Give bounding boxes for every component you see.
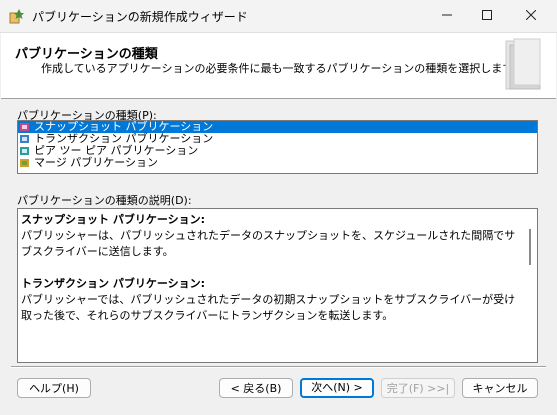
list-item-merge[interactable]: マージ パブリケーション <box>18 157 537 169</box>
page-description: 作成しているアプリケーションの必要条件に最も一致するパブリケーションの種類を選択… <box>41 62 524 75</box>
description-heading-transaction: トランザクション パブリケーション: <box>21 277 206 290</box>
scrollbar-thumb[interactable] <box>529 229 531 265</box>
description-textbox[interactable]: スナップショット パブリケーション: パブリッシャーは、パブリッシュされたデータ… <box>17 208 538 363</box>
separator <box>11 366 546 368</box>
next-button[interactable]: 次へ(N) > <box>300 378 374 398</box>
description-text-snapshot: パブリッシャーは、パブリッシュされたデータのスナップショットを、スケジュールされ… <box>21 229 516 258</box>
window-title: パブリケーションの新規作成ウィザード <box>32 10 248 24</box>
close-button[interactable] <box>509 0 553 32</box>
merge-icon <box>20 159 29 167</box>
wizard-app-icon <box>9 8 25 24</box>
description-text-transaction: パブリッシャーでは、パブリッシュされたデータの初期スナップショットをサブスクライ… <box>21 293 516 322</box>
peer-to-peer-icon <box>20 147 29 155</box>
description-label: パブリケーションの種類の説明(D): <box>17 194 192 207</box>
minimize-button[interactable] <box>425 0 469 32</box>
back-button[interactable]: < 戻る(B) <box>219 378 293 398</box>
title-bar[interactable]: パブリケーションの新規作成ウィザード <box>0 0 557 33</box>
transaction-icon <box>20 135 29 143</box>
book-graphic-icon <box>505 38 541 90</box>
description-heading-snapshot: スナップショット パブリケーション: <box>21 213 206 226</box>
list-item-label: マージ パブリケーション <box>34 156 159 169</box>
publication-type-list[interactable]: スナップショット パブリケーション トランザクション パブリケーション ピア ツ… <box>17 120 538 174</box>
snapshot-icon <box>20 123 29 131</box>
maximize-button[interactable] <box>465 0 509 32</box>
cancel-button[interactable]: キャンセル <box>462 378 538 398</box>
header-banner: パブリケーションの種類 作成しているアプリケーションの必要条件に最も一致するパブ… <box>1 33 556 99</box>
help-button[interactable]: ヘルプ(H) <box>17 378 91 398</box>
finish-button[interactable]: 完了(F) >>| <box>381 378 455 398</box>
